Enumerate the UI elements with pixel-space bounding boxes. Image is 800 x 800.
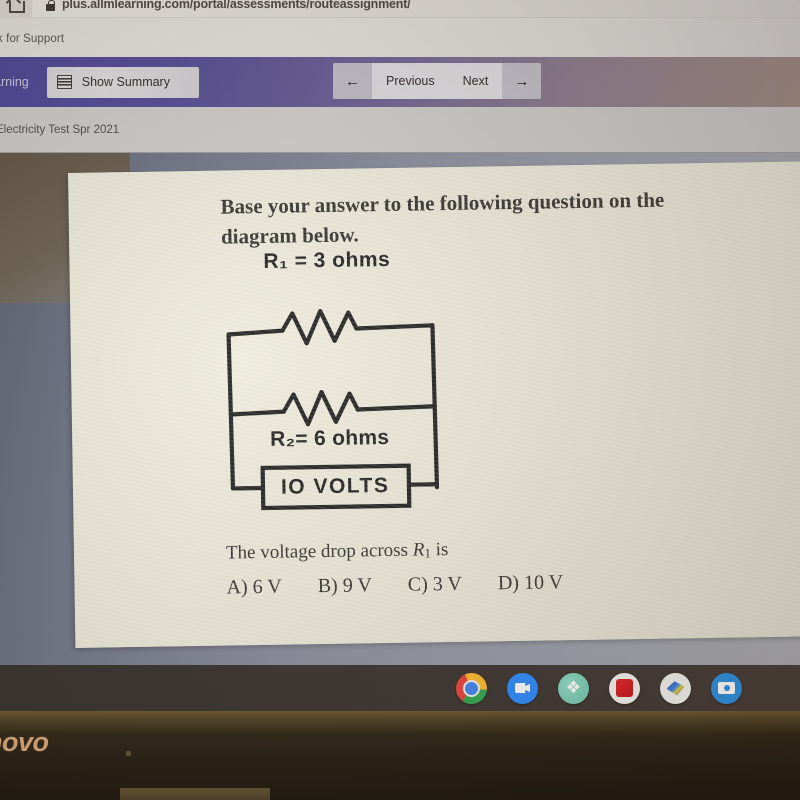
question-suffix: is: [430, 539, 449, 561]
assignment-title-bar: Electricity Test Spr 2021: [0, 107, 800, 153]
address-bar[interactable]: plus.allmlearning.com/portal/assessments…: [32, 0, 800, 17]
question-prefix: The voltage drop across: [225, 539, 413, 564]
app-brand-label: arning: [0, 75, 29, 89]
url-text: plus.allmlearning.com/portal/assessments…: [62, 0, 411, 11]
bezel-speck: [126, 751, 131, 756]
arrow-left-icon[interactable]: ←: [333, 63, 372, 99]
question-variable: R: [412, 539, 425, 561]
camera-icon[interactable]: [711, 672, 742, 704]
question-text: The voltage drop across R1 is: [226, 530, 746, 568]
choice-c[interactable]: C) 3 V: [408, 573, 462, 597]
choice-a-letter: A): [226, 576, 248, 599]
summary-list-icon: [56, 75, 72, 89]
r2-label: R₂= 6 ohms: [270, 425, 390, 451]
choice-b[interactable]: B) 9 V: [318, 574, 372, 598]
blue-app-icon[interactable]: [660, 672, 691, 704]
arrow-right-icon[interactable]: →: [502, 63, 542, 99]
circuit-diagram: R₁ = 3 ohms R₂= 6 ohms IO VOLTS: [220, 248, 484, 533]
zoom-icon[interactable]: [507, 672, 538, 704]
red-app-icon[interactable]: [609, 672, 640, 704]
choice-d-value: 10 V: [523, 571, 564, 594]
lenovo-logo: novo: [0, 727, 49, 757]
choice-c-value: 3 V: [432, 572, 463, 596]
cube-app-icon[interactable]: ❖: [558, 672, 589, 704]
assessment-page-body: Base your answer to the following questi…: [0, 153, 800, 665]
choice-b-letter: B): [317, 574, 338, 598]
show-summary-button[interactable]: Show Summary: [46, 66, 199, 98]
laptop-bezel: novo: [0, 711, 800, 800]
bookmarks-bar: k for Support: [0, 18, 800, 60]
assignment-title: Electricity Test Spr 2021: [0, 123, 120, 136]
choice-b-value: 9 V: [342, 574, 372, 597]
laptop-screen: plus.allmlearning.com/portal/assessments…: [0, 0, 800, 800]
home-icon[interactable]: [8, 0, 25, 13]
chromeos-shelf: ❖: [0, 665, 800, 711]
browser-url-bar: plus.allmlearning.com/portal/assessments…: [0, 0, 800, 18]
lock-icon: [46, 0, 55, 11]
choice-d-letter: D): [497, 571, 520, 595]
chrome-icon[interactable]: [456, 672, 487, 704]
question-navigation: ← Previous Next →: [333, 63, 542, 99]
answer-choices: A) 6 V B) 9 V C) 3 V D) 10 V: [226, 568, 786, 600]
bezel-hinge-strip: [120, 788, 270, 800]
choice-d[interactable]: D) 10 V: [498, 571, 564, 595]
voltage-source-label: IO VOLTS: [280, 473, 390, 499]
previous-button[interactable]: Previous: [372, 63, 449, 99]
choice-a[interactable]: A) 6 V: [226, 576, 282, 600]
show-summary-label: Show Summary: [81, 75, 170, 89]
choice-a-value: 6 V: [252, 575, 282, 599]
bookmark-support[interactable]: k for Support: [0, 33, 64, 45]
scanned-worksheet: Base your answer to the following questi…: [68, 161, 800, 648]
choice-c-letter: C): [407, 573, 428, 596]
r1-label: R₁ = 3 ohms: [263, 247, 391, 273]
next-button[interactable]: Next: [448, 63, 503, 99]
question-stem: Base your answer to the following questi…: [220, 187, 665, 249]
